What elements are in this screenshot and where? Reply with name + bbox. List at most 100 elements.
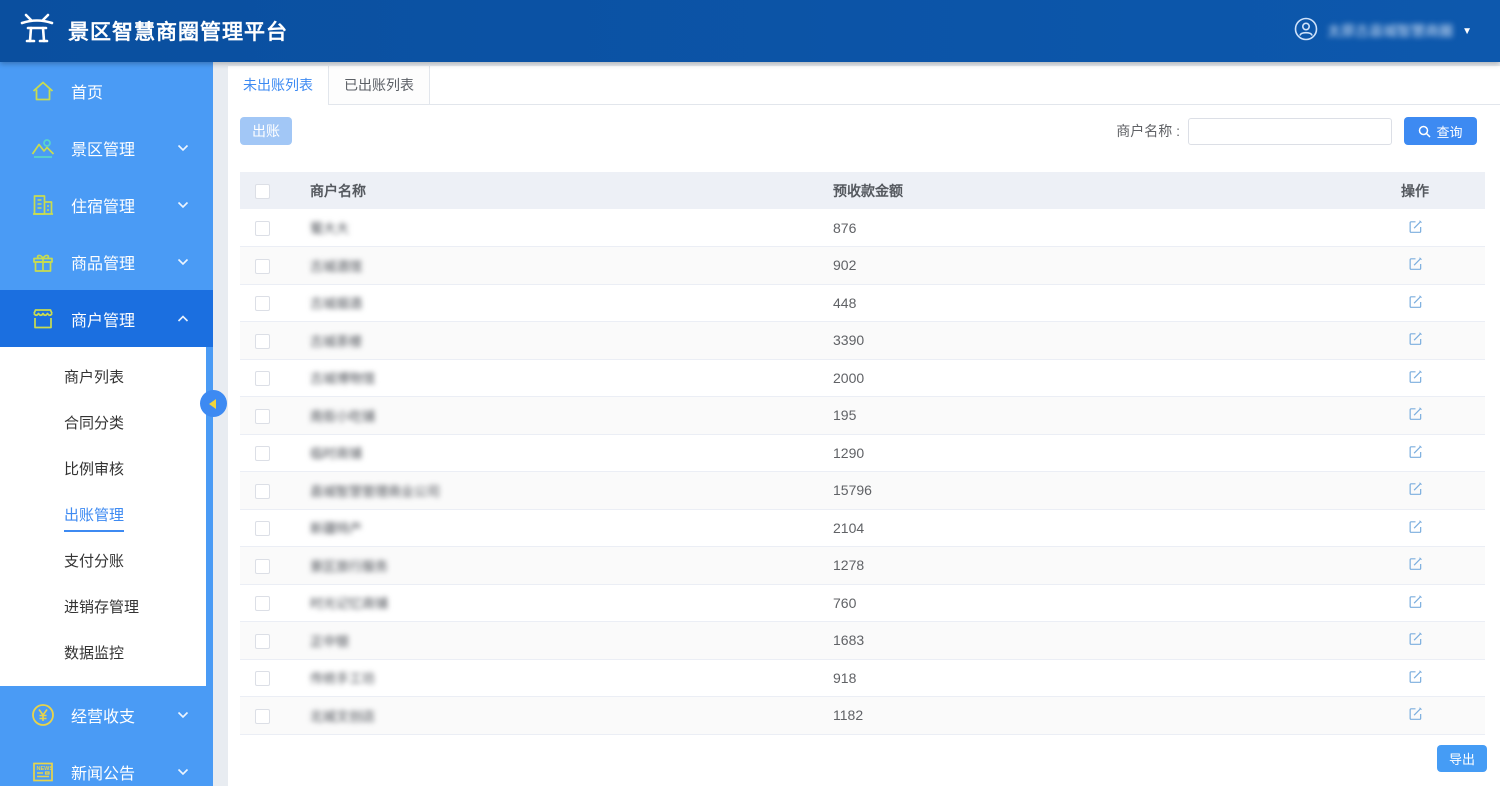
table-row: 南街小吃铺 195 [240, 397, 1485, 435]
sidebar-item-news[interactable]: NEWS 新闻公告 [0, 743, 213, 786]
advance-amount: 448 [830, 284, 1345, 322]
search-button[interactable]: 查询 [1404, 117, 1477, 145]
table-header-row: 商户名称 预收款金额 操作 [240, 172, 1485, 209]
edit-button[interactable] [1406, 517, 1425, 539]
submenu-item-payment-split[interactable]: 支付分账 [0, 539, 206, 585]
edit-button[interactable] [1406, 442, 1425, 464]
edit-icon [1408, 594, 1423, 609]
user-menu[interactable]: 太原古县城智慧商圈 ▼ [1294, 0, 1472, 62]
chevron-down-icon [177, 253, 189, 271]
tab-unbilled-list[interactable]: 未出账列表 [228, 66, 329, 104]
edit-icon [1408, 331, 1423, 346]
chevron-down-icon [177, 706, 189, 724]
billing-table: 商户名称 预收款金额 操作 蜀大大 876 古城酒馆 902 [240, 172, 1485, 735]
select-all-checkbox[interactable] [255, 184, 270, 199]
edit-button[interactable] [1406, 629, 1425, 651]
edit-button[interactable] [1406, 367, 1425, 389]
table-row: 传统手工坊 918 [240, 659, 1485, 697]
submenu-item-data-monitoring[interactable]: 数据监控 [0, 631, 206, 677]
row-checkbox[interactable] [255, 559, 270, 574]
sidebar-item-scenic[interactable]: 景区管理 [0, 119, 213, 176]
sidebar-collapse-toggle[interactable] [200, 390, 227, 417]
submenu-item-billing-management[interactable]: 出账管理 [0, 493, 206, 539]
edit-button[interactable] [1406, 404, 1425, 426]
content-card: 未出账列表 已出账列表 出账 商户名称 : 查询 商户名 [228, 66, 1500, 786]
submenu-item-inventory-management[interactable]: 进销存管理 [0, 585, 206, 631]
lodging-icon [30, 192, 56, 218]
merchant-name: 新疆特产 [295, 518, 362, 537]
row-checkbox[interactable] [255, 634, 270, 649]
table-row: 蜀大大 876 [240, 209, 1485, 247]
edit-button[interactable] [1406, 704, 1425, 726]
advance-amount: 2000 [830, 359, 1345, 397]
app-header: 景区智慧商圈管理平台 太原古县城智慧商圈 ▼ [0, 0, 1500, 62]
edit-button[interactable] [1406, 592, 1425, 614]
edit-icon [1408, 294, 1423, 309]
row-checkbox[interactable] [255, 671, 270, 686]
edit-button[interactable] [1406, 329, 1425, 351]
row-checkbox[interactable] [255, 446, 270, 461]
row-checkbox[interactable] [255, 484, 270, 499]
edit-button[interactable] [1406, 667, 1425, 689]
edit-icon [1408, 556, 1423, 571]
page-title: 景区智慧商圈管理平台 [68, 16, 288, 46]
merchant-name: 时光记忆商铺 [295, 593, 388, 612]
column-header-merchant-name: 商户名称 [295, 172, 830, 209]
row-checkbox[interactable] [255, 334, 270, 349]
sidebar-item-goods[interactable]: 商品管理 [0, 233, 213, 290]
row-checkbox[interactable] [255, 521, 270, 536]
main-content: 未出账列表 已出账列表 出账 商户名称 : 查询 商户名 [213, 62, 1500, 786]
advance-amount: 15796 [830, 472, 1345, 510]
row-checkbox[interactable] [255, 709, 270, 724]
merchant-icon [30, 306, 56, 332]
user-name: 太原古县城智慧商圈 [1327, 21, 1453, 41]
row-checkbox[interactable] [255, 409, 270, 424]
column-header-operation: 操作 [1345, 172, 1485, 209]
row-checkbox[interactable] [255, 221, 270, 236]
sidebar-item-lodging[interactable]: 住宿管理 [0, 176, 213, 233]
advance-amount: 876 [830, 209, 1345, 247]
edit-button[interactable] [1406, 479, 1425, 501]
platform-logo-icon [18, 10, 56, 53]
edit-button[interactable] [1406, 217, 1425, 239]
row-checkbox[interactable] [255, 296, 270, 311]
submenu-item-merchant-list[interactable]: 商户列表 [0, 355, 206, 401]
advance-amount: 2104 [830, 509, 1345, 547]
tab-billed-list[interactable]: 已出账列表 [329, 66, 430, 104]
billing-button[interactable]: 出账 [240, 117, 292, 145]
sidebar-item-finance[interactable]: 经营收支 [0, 686, 213, 743]
chevron-left-icon [209, 399, 216, 409]
sidebar-item-merchant[interactable]: 商户管理 [0, 290, 213, 347]
edit-icon [1408, 481, 1423, 496]
table-row: 北城文创店 1182 [240, 697, 1485, 735]
home-icon [30, 78, 56, 104]
export-button[interactable]: 导出 [1437, 745, 1487, 772]
table-row: 县城智慧管理商业公司 15796 [240, 472, 1485, 510]
edit-icon [1408, 256, 1423, 271]
merchant-name: 县城智慧管理商业公司 [295, 481, 440, 500]
edit-button[interactable] [1406, 554, 1425, 576]
table-row: 古城博物馆 2000 [240, 359, 1485, 397]
table-row: 正中银 1683 [240, 622, 1485, 660]
row-checkbox[interactable] [255, 371, 270, 386]
merchant-name-input[interactable] [1188, 118, 1392, 145]
chevron-down-icon: ▼ [1462, 26, 1472, 37]
submenu-item-contract-category[interactable]: 合同分类 [0, 401, 206, 447]
table-row: 古城烟酒 448 [240, 284, 1485, 322]
sidebar-item-home[interactable]: 首页 [0, 62, 213, 119]
table-row: 临时商铺 1290 [240, 434, 1485, 472]
edit-button[interactable] [1406, 292, 1425, 314]
search-icon [1418, 125, 1431, 138]
row-checkbox[interactable] [255, 596, 270, 611]
advance-amount: 1290 [830, 434, 1345, 472]
submenu-item-ratio-review[interactable]: 比例审核 [0, 447, 206, 493]
table-row: 古城茶楼 3390 [240, 322, 1485, 360]
search-group: 商户名称 : 查询 [1116, 117, 1477, 145]
svg-text:NEWS: NEWS [37, 766, 54, 772]
merchant-name: 临时商铺 [295, 443, 362, 462]
row-checkbox[interactable] [255, 259, 270, 274]
sidebar-item-label: 经营收支 [71, 703, 135, 727]
scenic-icon [30, 135, 56, 161]
edit-button[interactable] [1406, 254, 1425, 276]
user-avatar-icon [1294, 17, 1318, 46]
